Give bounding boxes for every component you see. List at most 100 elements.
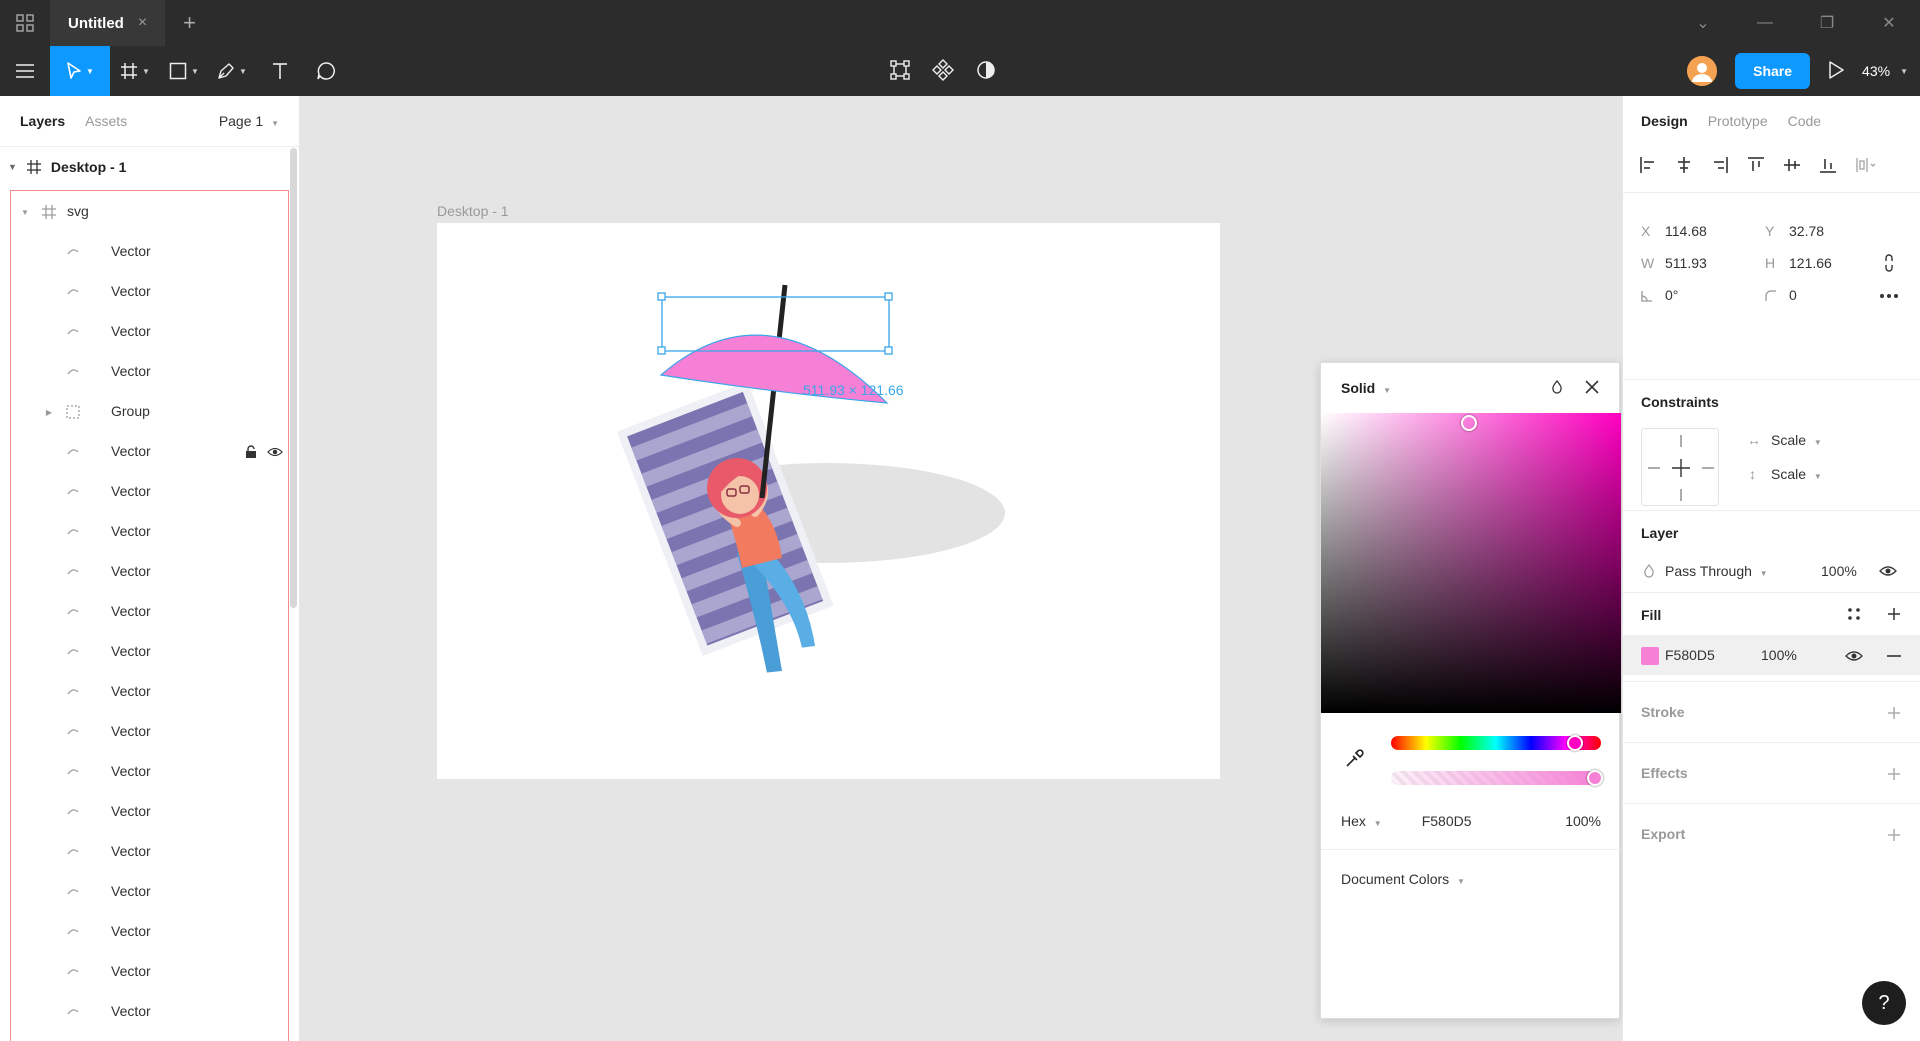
opacity-slider[interactable] <box>1391 771 1601 785</box>
add-stroke-icon[interactable] <box>1887 706 1901 720</box>
fill-hex-input[interactable]: F580D5 <box>1665 647 1715 663</box>
add-fill-icon[interactable] <box>1887 607 1901 621</box>
layers-scrollbar[interactable] <box>290 148 297 608</box>
align-center-h-icon[interactable] <box>1675 156 1693 174</box>
layer-frame-desktop[interactable]: ▼ Desktop - 1 <box>0 146 299 186</box>
layer-row[interactable]: Vector <box>11 432 290 472</box>
close-window-button[interactable]: ✕ <box>1858 0 1920 46</box>
page-selector[interactable]: Page 1 ▼ <box>219 113 279 129</box>
vertical-constraint-dropdown[interactable]: Scale ▼ <box>1771 466 1822 482</box>
tab-prototype[interactable]: Prototype <box>1708 113 1768 129</box>
layer-row[interactable]: Vector <box>11 632 290 672</box>
layer-opacity-input[interactable]: 100% <box>1821 563 1857 579</box>
tab-design[interactable]: Design <box>1641 113 1688 129</box>
tab-code[interactable]: Code <box>1788 113 1821 129</box>
close-icon[interactable] <box>1585 379 1599 397</box>
layer-row[interactable]: Vector <box>11 952 290 992</box>
fill-opacity-input[interactable]: 100% <box>1761 647 1797 663</box>
eyedropper-icon[interactable] <box>1344 749 1364 772</box>
fill-mode-dropdown[interactable]: Solid ▼ <box>1341 380 1391 396</box>
width-input[interactable]: 511.93 <box>1665 255 1707 271</box>
styles-grid-icon[interactable] <box>1847 607 1861 621</box>
main-menu-icon[interactable] <box>0 46 50 96</box>
layer-row[interactable]: Vector <box>11 512 290 552</box>
height-input[interactable]: 121.66 <box>1789 255 1832 271</box>
hue-knob[interactable] <box>1567 735 1583 751</box>
component-icon[interactable] <box>932 58 954 84</box>
color-format-dropdown[interactable]: Hex ▼ <box>1341 813 1382 829</box>
layer-row[interactable]: Vector <box>11 592 290 632</box>
beach-illustration[interactable] <box>437 223 1220 779</box>
more-options-icon[interactable] <box>1879 293 1899 299</box>
shape-tool-button[interactable]: ▼ <box>160 46 208 96</box>
layer-row[interactable]: Vector <box>11 552 290 592</box>
zoom-menu[interactable]: 43% ▼ <box>1862 63 1908 79</box>
edit-object-icon[interactable] <box>890 59 910 83</box>
opacity-knob[interactable] <box>1587 770 1603 786</box>
comment-tool-button[interactable] <box>304 46 348 96</box>
eye-icon[interactable] <box>1845 650 1863 662</box>
document-colors-dropdown[interactable]: Document Colors ▼ <box>1341 871 1465 887</box>
unlock-icon[interactable] <box>243 444 259 460</box>
frame-tool-button[interactable]: ▼ <box>110 46 160 96</box>
constraints-widget[interactable] <box>1641 428 1719 506</box>
align-right-icon[interactable] <box>1711 156 1729 174</box>
hex-input[interactable]: F580D5 <box>1422 813 1472 829</box>
layer-row[interactable]: Vector <box>11 752 290 792</box>
layer-row[interactable]: Vector <box>11 232 290 272</box>
x-input[interactable]: 114.68 <box>1665 223 1707 239</box>
eye-icon[interactable] <box>1879 565 1897 577</box>
blend-drop-icon[interactable] <box>1551 379 1563 397</box>
layer-row[interactable]: Vector <box>11 672 290 712</box>
layer-row[interactable]: Vector <box>11 872 290 912</box>
opacity-input[interactable]: 100% <box>1565 813 1601 829</box>
layer-row[interactable]: Vector <box>11 472 290 512</box>
constrain-proportions-icon[interactable] <box>1883 253 1895 273</box>
horizontal-constraint-dropdown[interactable]: Scale ▼ <box>1771 432 1822 448</box>
share-button[interactable]: Share <box>1735 53 1811 89</box>
y-input[interactable]: 32.78 <box>1789 223 1824 239</box>
close-tab-icon[interactable]: × <box>138 14 147 32</box>
blend-mode-dropdown[interactable]: Pass Through ▼ <box>1665 563 1768 579</box>
expand-caret-icon[interactable]: ▶ <box>41 404 57 420</box>
add-effect-icon[interactable] <box>1887 767 1901 781</box>
present-play-icon[interactable] <box>1828 60 1844 82</box>
fill-row[interactable]: F580D5 100% <box>1623 635 1920 675</box>
add-export-icon[interactable] <box>1887 828 1901 842</box>
tab-layers[interactable]: Layers <box>20 113 65 129</box>
saturation-knob[interactable] <box>1461 415 1477 431</box>
new-tab-button[interactable]: + <box>183 10 196 36</box>
contrast-icon[interactable] <box>976 60 996 83</box>
saturation-value-area[interactable] <box>1321 413 1621 713</box>
expand-caret-icon[interactable]: ▼ <box>17 204 33 220</box>
layer-row[interactable]: Vector <box>11 912 290 952</box>
desktop-frame[interactable] <box>437 223 1220 779</box>
pen-tool-button[interactable]: ▼ <box>208 46 256 96</box>
layer-row[interactable]: Vector <box>11 832 290 872</box>
tab-assets[interactable]: Assets <box>85 113 127 129</box>
rotation-input[interactable]: 0° <box>1665 287 1678 303</box>
layer-row[interactable]: Vector <box>11 992 290 1032</box>
remove-fill-icon[interactable] <box>1887 655 1901 657</box>
align-top-icon[interactable] <box>1747 156 1765 174</box>
layer-row[interactable]: Vector <box>11 792 290 832</box>
align-bottom-icon[interactable] <box>1819 156 1837 174</box>
tabs-menu-icon[interactable]: ⌄ <box>1672 0 1734 46</box>
avatar[interactable] <box>1687 56 1718 86</box>
distribute-icon[interactable] <box>1855 156 1877 174</box>
corner-radius-input[interactable]: 0 <box>1789 287 1797 303</box>
align-middle-v-icon[interactable] <box>1783 156 1801 174</box>
layer-row[interactable]: Vector <box>11 272 290 312</box>
layer-row[interactable]: Vector <box>11 352 290 392</box>
align-left-icon[interactable] <box>1639 156 1657 174</box>
layer-row[interactable]: Vector <box>11 712 290 752</box>
layer-row[interactable]: Vector <box>11 312 290 352</box>
layer-row[interactable]: ▶ Group <box>11 392 290 432</box>
text-tool-button[interactable] <box>256 46 304 96</box>
expand-caret-icon[interactable]: ▼ <box>8 162 17 172</box>
move-tool-button[interactable]: ▼ <box>50 46 110 96</box>
layer-row[interactable]: ▼ svg <box>11 192 290 232</box>
restore-button[interactable]: ❐ <box>1796 0 1858 46</box>
help-button[interactable]: ? <box>1862 981 1906 1025</box>
minimize-button[interactable]: — <box>1734 0 1796 46</box>
